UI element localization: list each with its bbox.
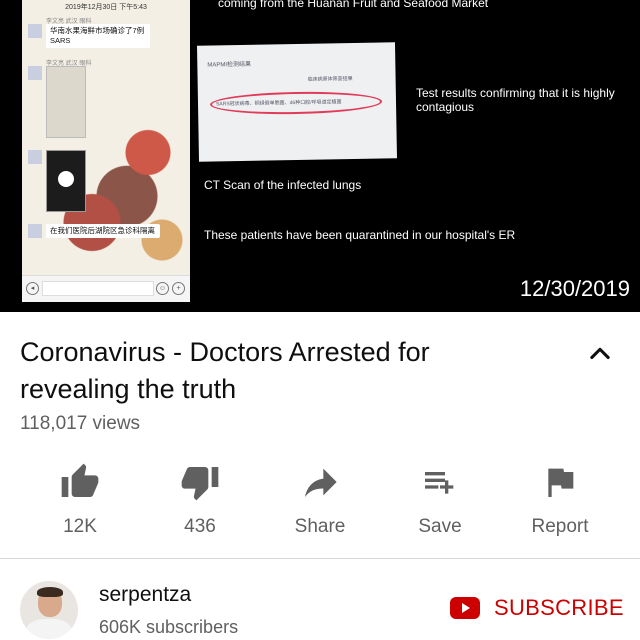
dislike-count: 436 xyxy=(184,516,216,537)
caption-top: coming from the Huanan Fruit and Seafood… xyxy=(218,0,489,10)
like-button[interactable]: 12K xyxy=(20,462,140,538)
report-button[interactable]: Report xyxy=(500,462,620,538)
test-report-image: MAPMI检测结果 临床病原体筛查结果 SARS冠状病毒、铜绿假单胞菌、46种口… xyxy=(197,42,397,162)
avatar xyxy=(28,24,42,38)
playlist-add-icon xyxy=(425,472,454,494)
caption-ct-scan: CT Scan of the infected lungs xyxy=(204,178,362,192)
share-label: Share xyxy=(294,516,346,537)
report-image-thumbnail xyxy=(46,66,86,138)
report-header: MAPMI检测结果 xyxy=(207,61,252,69)
chat-message: 在我们医院后湖院区急诊科隔离 xyxy=(28,224,160,238)
chat-sender: 李文亮 武汉 眼科 xyxy=(46,61,92,67)
chat-bubble: 华南水果海鲜市场确诊了7例SARS xyxy=(46,24,150,48)
share-icon xyxy=(305,468,337,497)
caption-quarantine: These patients have been quarantined in … xyxy=(204,228,516,242)
emoji-icon: ☺ xyxy=(156,282,169,295)
chat-date: 2019年12月30日 下午5:43 xyxy=(65,4,147,11)
report-label: Report xyxy=(531,516,589,537)
chat-input xyxy=(42,281,154,296)
video-player[interactable]: 2019年12月30日 下午5:43 李文亮 武汉 眼科 华南水果海鲜市场确诊了… xyxy=(0,0,640,312)
video-title: Coronavirus - Doctors Arrested for revea… xyxy=(20,337,430,404)
channel-name[interactable]: serpentza xyxy=(99,583,191,607)
share-button[interactable]: Share xyxy=(260,462,380,538)
report-line: 临床病原体筛查结果 xyxy=(307,76,353,83)
chat-message: 李文亮 武汉 眼科 xyxy=(28,61,91,138)
divider xyxy=(0,558,640,559)
like-count: 12K xyxy=(63,516,97,537)
play-icon xyxy=(58,171,74,187)
youtube-logo-icon xyxy=(450,597,480,619)
subscribe-label: SUBSCRIBE xyxy=(494,595,624,620)
chat-screenshot: 2019年12月30日 下午5:43 李文亮 武汉 眼科 华南水果海鲜市场确诊了… xyxy=(22,0,190,302)
dislike-button[interactable]: 436 xyxy=(140,462,260,538)
thumbs-down-icon xyxy=(181,467,219,501)
caption-test-results: Test results confirming that it is highl… xyxy=(416,86,615,114)
highlight-oval xyxy=(209,90,383,116)
channel-avatar[interactable] xyxy=(20,581,78,639)
save-label: Save xyxy=(418,516,462,537)
action-bar: 12K 436 Share Save Report xyxy=(20,462,620,540)
view-count: 118,017 views xyxy=(20,413,141,434)
chat-message xyxy=(28,150,86,212)
subscriber-count: 606K subscribers xyxy=(99,617,239,637)
thumbs-up-icon xyxy=(61,463,99,497)
flag-icon xyxy=(548,468,574,497)
avatar xyxy=(28,66,42,80)
chat-input-bar: ◂ ☺ + xyxy=(22,275,190,302)
subscribe-button[interactable]: SUBSCRIBE xyxy=(450,595,624,621)
avatar xyxy=(28,224,42,238)
chevron-up-icon[interactable] xyxy=(586,340,614,368)
plus-icon: + xyxy=(172,282,185,295)
date-overlay: 12/30/2019 xyxy=(519,276,630,301)
avatar xyxy=(28,150,42,164)
chat-message: 李文亮 武汉 眼科 华南水果海鲜市场确诊了7例SARS xyxy=(28,19,150,48)
video-thumbnail xyxy=(46,150,86,212)
chat-bubble: 在我们医院后湖院区急诊科隔离 xyxy=(46,224,160,238)
voice-icon: ◂ xyxy=(26,282,39,295)
chat-sender: 李文亮 武汉 眼科 xyxy=(46,19,92,25)
save-button[interactable]: Save xyxy=(380,462,500,538)
